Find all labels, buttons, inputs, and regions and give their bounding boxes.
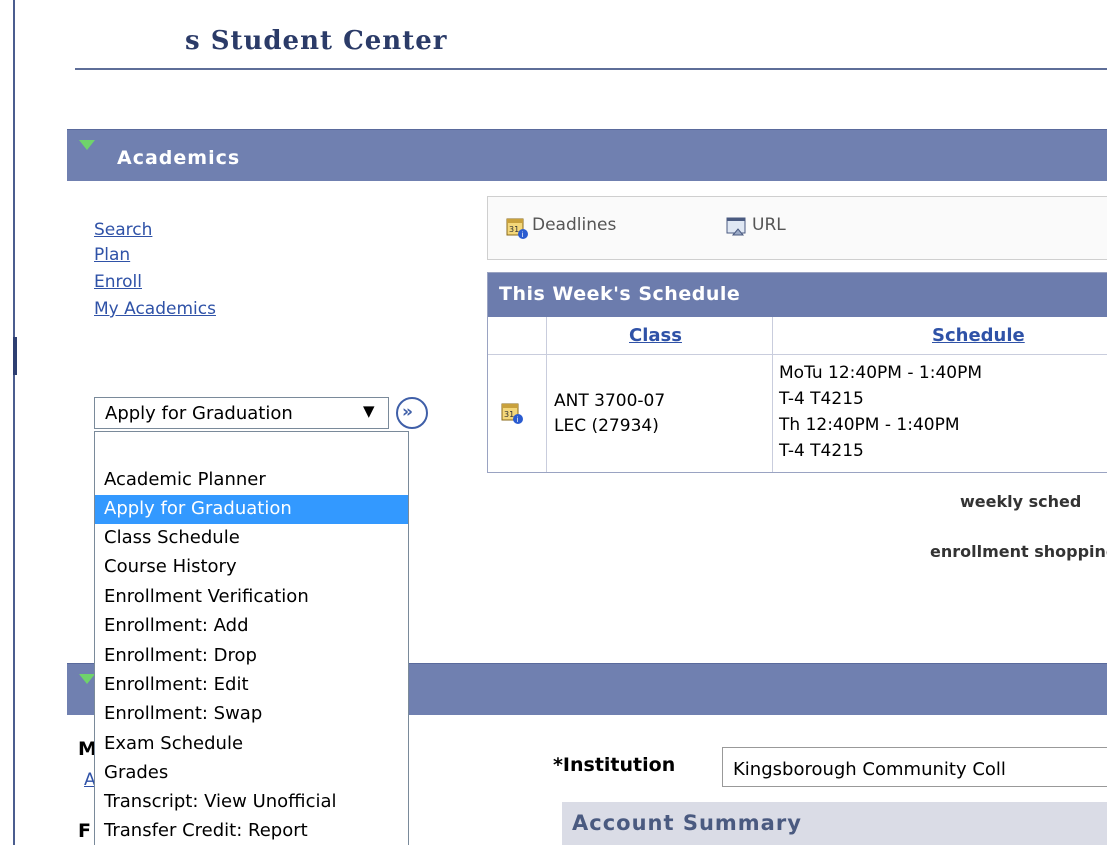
- dropdown-option[interactable]: Grades: [95, 759, 408, 788]
- account-summary-header: Account Summary: [562, 802, 1107, 845]
- dropdown-option[interactable]: Transcript: View Unofficial: [95, 788, 408, 817]
- select-value: Apply for Graduation: [105, 403, 293, 424]
- schedule-line: Th 12:40PM - 1:40PM: [779, 415, 960, 435]
- schedule-line: T-4 T4215: [779, 441, 864, 461]
- dropdown-option[interactable]: Transfer Credit: Report: [95, 817, 408, 846]
- academics-section-title: Academics: [117, 147, 241, 169]
- weekly-schedule-link[interactable]: weekly sched: [960, 492, 1081, 511]
- dropdown-option[interactable]: Enrollment Verification: [95, 583, 408, 612]
- column-divider: [772, 355, 773, 472]
- calendar-info-icon[interactable]: 31 i: [505, 215, 529, 239]
- url-link[interactable]: URL: [752, 215, 786, 235]
- left-border-marker: [13, 337, 17, 375]
- url-icon[interactable]: [725, 215, 749, 239]
- title-divider: [75, 68, 1107, 70]
- dropdown-option[interactable]: Class Schedule: [95, 524, 408, 553]
- schedule-header: This Week's Schedule: [488, 273, 1107, 317]
- schedule-column-header[interactable]: Schedule: [773, 317, 1107, 355]
- class-section: LEC (27934): [554, 416, 659, 436]
- expand-triangle-icon[interactable]: [79, 140, 95, 150]
- class-column-label[interactable]: Class: [629, 325, 682, 346]
- dropdown-option[interactable]: Enrollment: Edit: [95, 671, 408, 700]
- dropdown-option[interactable]: Enrollment: Swap: [95, 700, 408, 729]
- finances-left-text: F: [78, 820, 91, 842]
- expand-triangle-icon[interactable]: [79, 674, 95, 684]
- deadlines-link[interactable]: Deadlines: [532, 215, 616, 235]
- schedule-line: T-4 T4215: [779, 389, 864, 409]
- column-divider: [546, 355, 547, 472]
- schedule-line: MoTu 12:40PM - 1:40PM: [779, 363, 982, 383]
- dropdown-option[interactable]: Enrollment: Drop: [95, 642, 408, 671]
- dropdown-option[interactable]: Academic Planner: [95, 466, 408, 495]
- institution-select[interactable]: Kingsborough Community Coll: [722, 747, 1107, 787]
- dropdown-option-blank[interactable]: [95, 434, 408, 463]
- left-border: [13, 0, 15, 845]
- enrollment-shopping-link[interactable]: enrollment shopping: [930, 542, 1107, 561]
- dropdown-arrow-icon[interactable]: ▼: [363, 402, 375, 420]
- class-code: ANT 3700-07: [554, 391, 666, 411]
- dropdown-option[interactable]: Exam Schedule: [95, 730, 408, 759]
- dropdown-option[interactable]: Enrollment: Add: [95, 612, 408, 641]
- svg-text:31: 31: [504, 410, 514, 419]
- my-academics-link[interactable]: My Academics: [94, 299, 216, 319]
- schedule-column-label[interactable]: Schedule: [932, 325, 1025, 346]
- dropdown-option-selected[interactable]: Apply for Graduation: [95, 495, 408, 524]
- plan-link[interactable]: Plan: [94, 245, 130, 265]
- academics-toolbar: 31 i Deadlines URL: [487, 196, 1107, 260]
- icon-column-header: [488, 317, 547, 355]
- enroll-link[interactable]: Enroll: [94, 272, 142, 292]
- class-details-icon[interactable]: 31 i: [500, 400, 524, 424]
- go-button[interactable]: »: [396, 397, 428, 429]
- double-chevron-right-icon: »: [402, 402, 413, 422]
- svg-text:i: i: [517, 416, 519, 424]
- institution-value: Kingsborough Community Coll: [733, 759, 1006, 780]
- weekly-schedule-table: This Week's Schedule Class Schedule 31 i…: [487, 272, 1107, 473]
- schedule-title: This Week's Schedule: [499, 283, 741, 305]
- class-column-header[interactable]: Class: [547, 317, 773, 355]
- account-summary-title: Account Summary: [572, 811, 802, 835]
- search-link[interactable]: Search: [94, 220, 152, 240]
- page-title: s Student Center: [185, 26, 448, 56]
- svg-text:31: 31: [509, 225, 519, 234]
- academics-section-header[interactable]: Academics: [67, 129, 1107, 181]
- academics-nav-select[interactable]: Apply for Graduation ▼: [94, 397, 389, 429]
- academics-nav-dropdown-list: Academic Planner Apply for Graduation Cl…: [94, 431, 409, 845]
- dropdown-option[interactable]: Course History: [95, 553, 408, 582]
- institution-label: *Institution: [553, 754, 676, 776]
- svg-text:i: i: [522, 231, 524, 239]
